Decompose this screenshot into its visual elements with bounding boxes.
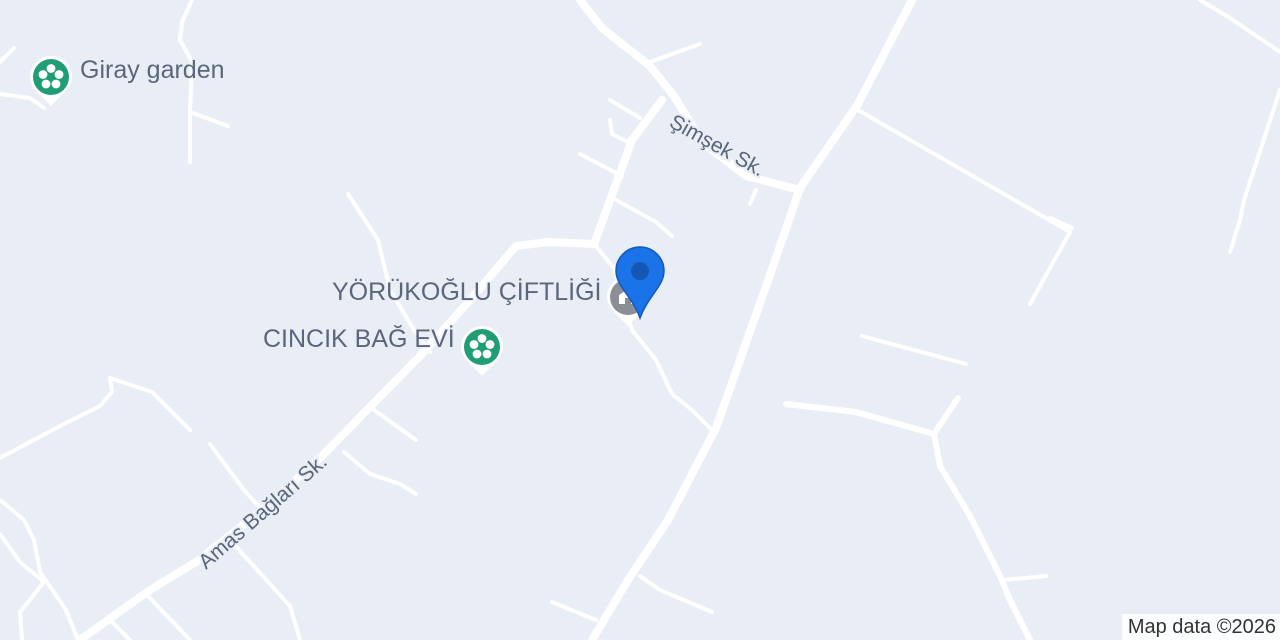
road [614, 198, 674, 238]
road [0, 498, 80, 640]
road [188, 110, 230, 128]
road [638, 574, 714, 614]
road [0, 376, 192, 460]
road [372, 408, 418, 442]
location-pin-icon[interactable] [612, 244, 668, 324]
road [931, 431, 1033, 640]
map-canvas[interactable]: Şimşek Sk. Amas Bağları Sk. Giray garden… [0, 0, 1280, 640]
road [748, 188, 758, 206]
poi-label: Giray garden [80, 55, 225, 84]
road [108, 618, 132, 640]
road [550, 600, 598, 622]
road [1198, 0, 1280, 54]
road [0, 46, 16, 64]
map-attribution: Map data ©2026 [1121, 614, 1280, 640]
flower-icon [28, 54, 74, 106]
road [1002, 574, 1048, 582]
road [860, 334, 968, 366]
road [783, 395, 961, 437]
poi-giray-garden[interactable]: Giray garden [28, 54, 225, 106]
road [856, 108, 1072, 306]
flower-icon [459, 324, 505, 376]
road [578, 152, 624, 178]
poi-label: YÖRÜKOĞLU ÇİFTLİĞİ [332, 277, 602, 306]
road [608, 118, 634, 146]
road [648, 42, 702, 64]
road [608, 98, 642, 120]
street-label-simsek: Şimşek Sk. [666, 110, 769, 181]
street-label-amas-baglari: Amas Bağları Sk. [194, 450, 332, 574]
road [1228, 88, 1280, 254]
poi-yorukoglu-ciftligi[interactable]: YÖRÜKOĞLU ÇİFTLİĞİ [332, 274, 651, 326]
road [146, 594, 192, 640]
road [208, 442, 264, 512]
poi-label: CINCIK BAĞ EVİ [263, 324, 455, 353]
road [228, 538, 302, 640]
road [342, 450, 418, 496]
poi-cincik-bag-evi[interactable]: CINCIK BAĞ EVİ [263, 324, 505, 376]
